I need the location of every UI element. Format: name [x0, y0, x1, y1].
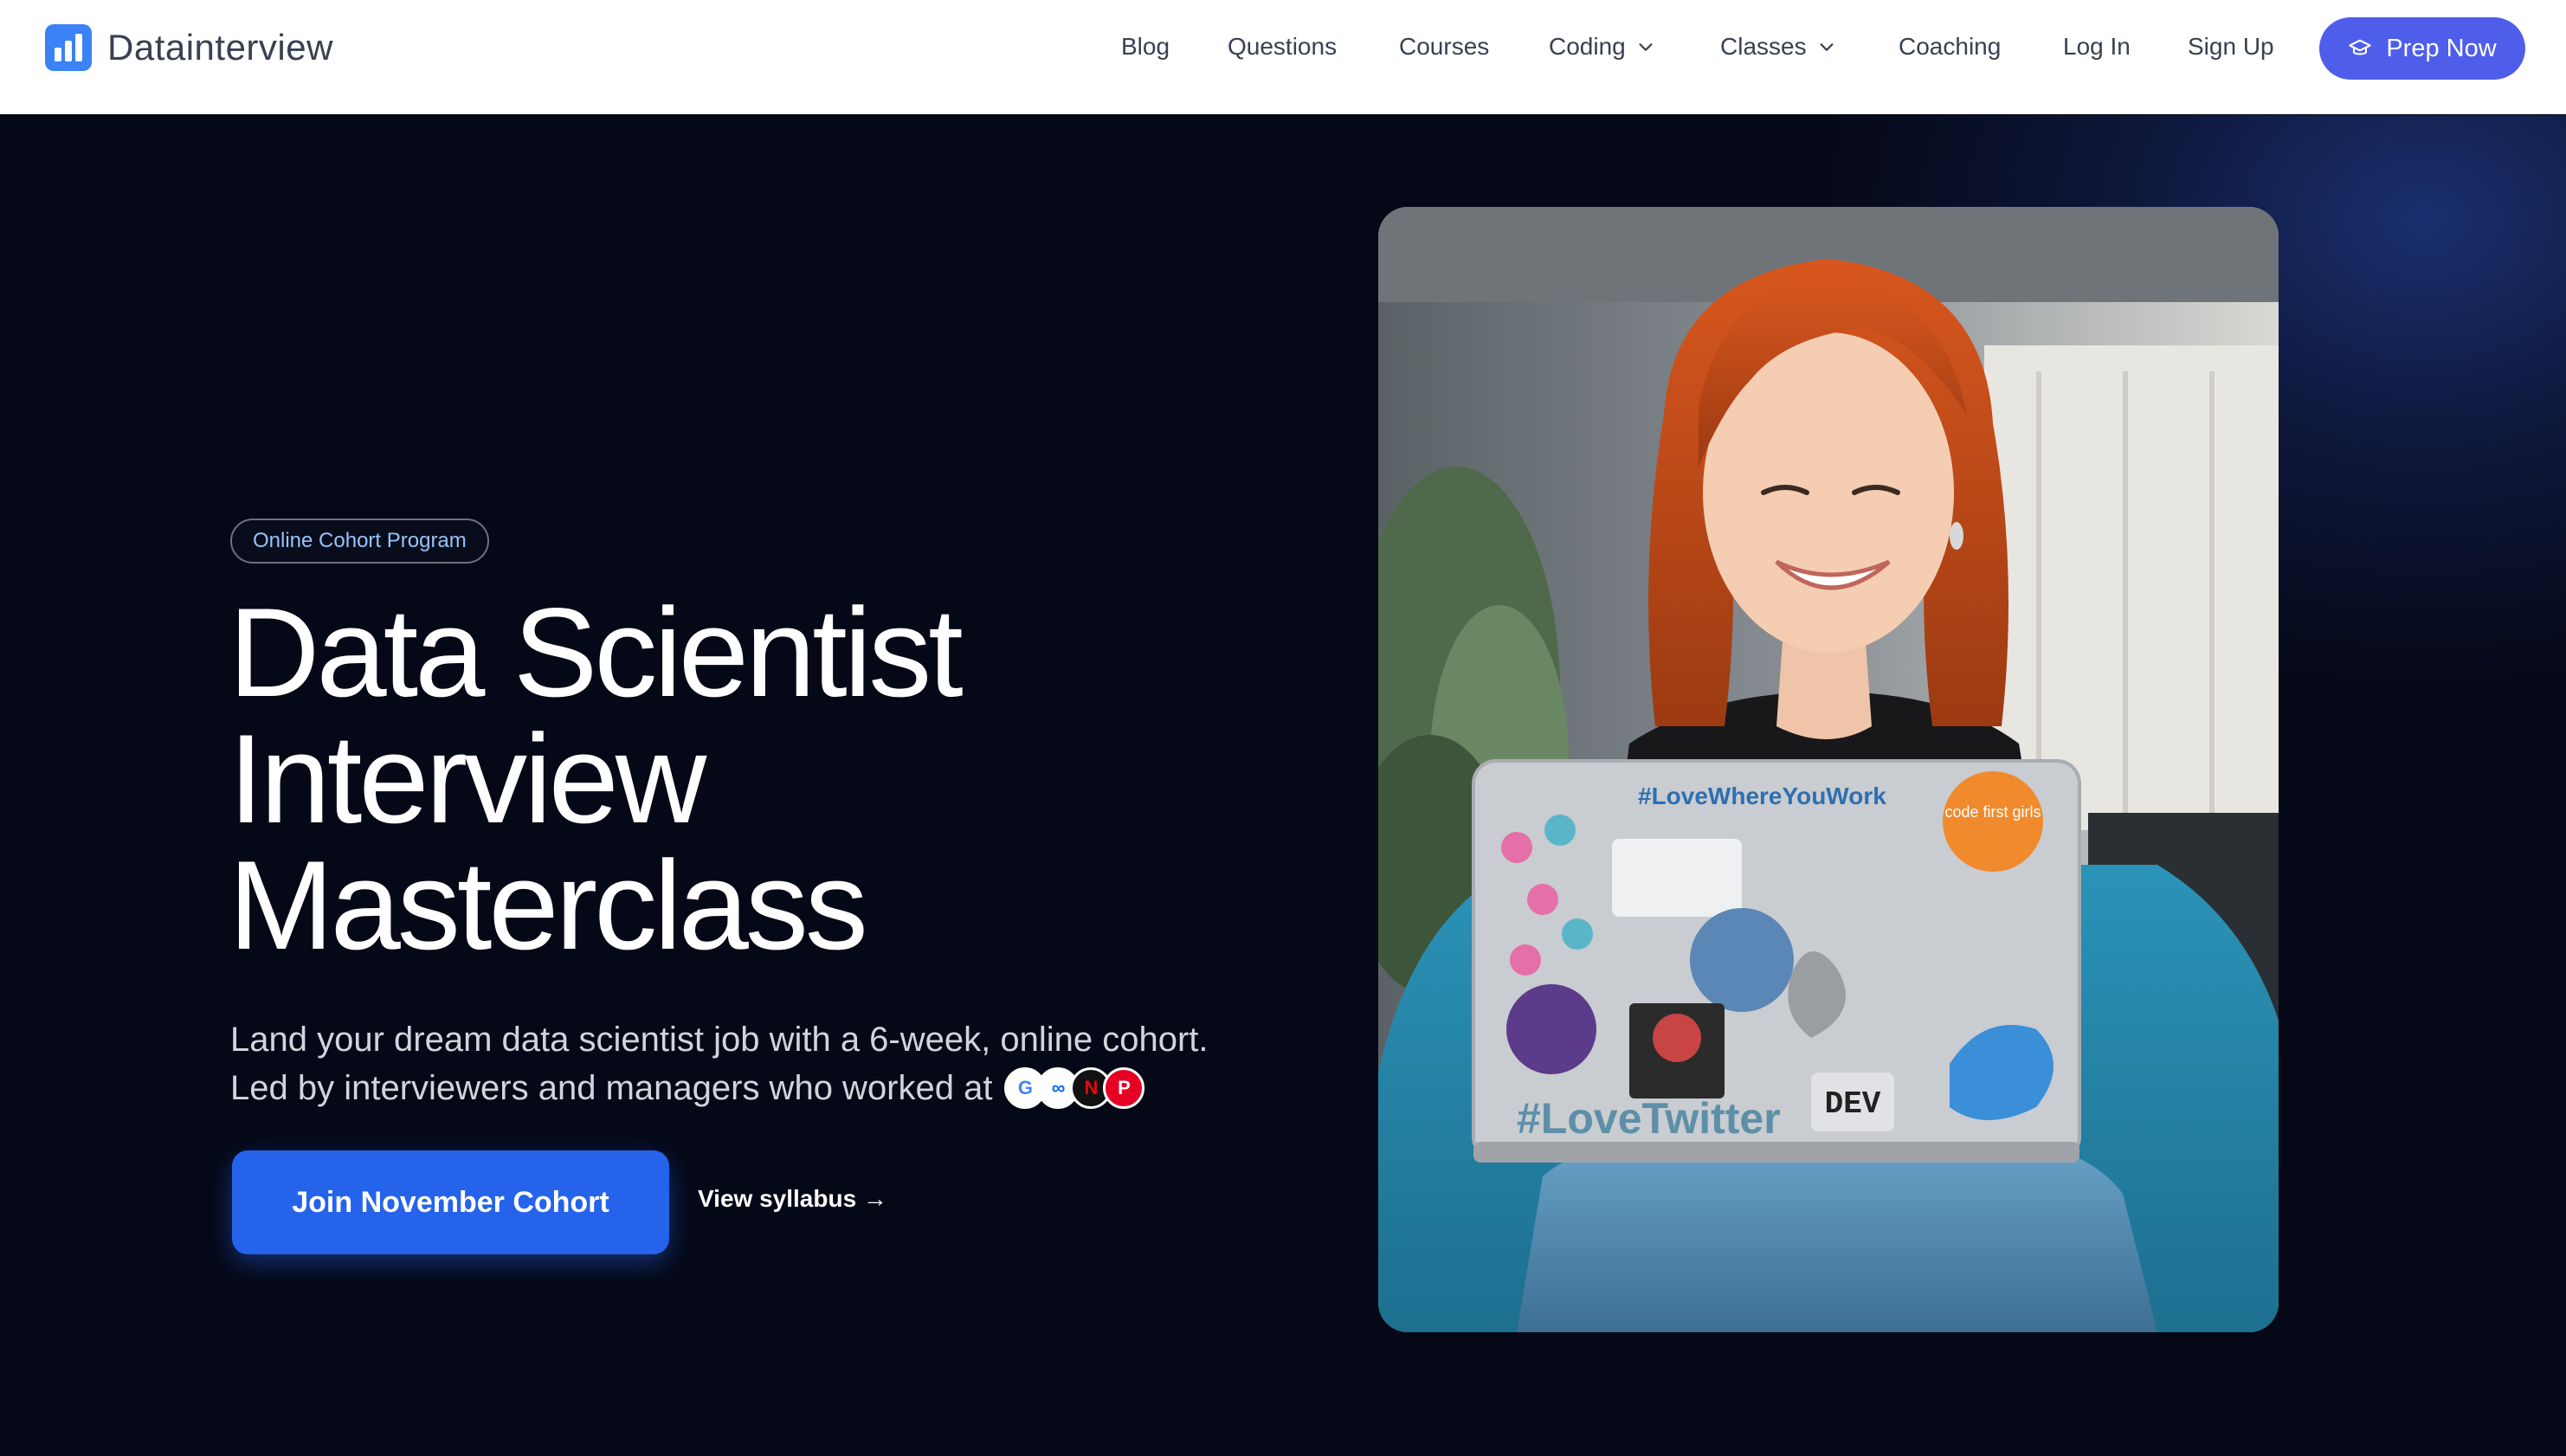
- sticker-love-twitter: #LoveTwitter: [1517, 1094, 1781, 1143]
- join-cohort-button[interactable]: Join November Cohort: [232, 1150, 669, 1254]
- signup-link[interactable]: Sign Up: [2188, 33, 2274, 61]
- nav-coding-dropdown[interactable]: Coding: [1549, 33, 1655, 61]
- hero-subtitle-line: Led by interviewers and managers who wor…: [230, 1069, 993, 1107]
- sticker-love-where-you-work: #LoveWhereYouWork: [1638, 783, 1886, 809]
- hero-subtitle-line: Land your dream data scientist job with …: [230, 1021, 1209, 1059]
- nav-courses-link[interactable]: Courses: [1399, 33, 1489, 61]
- brand-name: Datainterview: [107, 27, 333, 68]
- company-logos: G ∞ N P: [1004, 1067, 1145, 1109]
- login-link[interactable]: Log In: [2063, 33, 2131, 61]
- hero-title-line: Data Scientist: [229, 582, 964, 723]
- bar-chart-logo-icon: [45, 24, 92, 71]
- nav-blog-link[interactable]: Blog: [1121, 33, 1170, 61]
- nav-classes-dropdown[interactable]: Classes: [1720, 33, 1836, 61]
- prep-now-label: Prep Now: [2386, 34, 2497, 62]
- view-syllabus-link[interactable]: View syllabus →: [698, 1185, 887, 1213]
- sticker-code-first-girls: code first girls: [1944, 803, 2041, 821]
- hero-title: Data Scientist Interview Masterclass: [229, 589, 1094, 969]
- chevron-down-icon: [1820, 43, 1834, 51]
- hero-photo: #LoveWhereYouWork code first girls DEV #…: [1378, 207, 2279, 1332]
- prep-now-button[interactable]: Prep Now: [2319, 17, 2525, 80]
- chevron-down-icon: [1639, 43, 1653, 51]
- nav-classes-label: Classes: [1720, 33, 1807, 60]
- nav-coaching-link[interactable]: Coaching: [1899, 33, 2001, 61]
- hero-subtitle: Land your dream data scientist job with …: [230, 1015, 1269, 1112]
- brand-home-link[interactable]: Datainterview: [45, 23, 333, 73]
- woman-with-laptop-image: #LoveWhereYouWork code first girls DEV #…: [1378, 207, 2279, 1332]
- sticker-dev: DEV: [1825, 1086, 1881, 1122]
- hero-title-line: Interview: [229, 708, 706, 849]
- graduation-cap-icon: [2349, 39, 2372, 55]
- top-navbar: Datainterview Blog Questions Courses Cod…: [0, 0, 2566, 114]
- nav-questions-link[interactable]: Questions: [1228, 33, 1337, 61]
- program-badge: Online Cohort Program: [230, 519, 489, 564]
- hero-title-line: Masterclass: [229, 834, 868, 976]
- nav-coding-label: Coding: [1549, 33, 1626, 60]
- pinterest-icon: P: [1103, 1067, 1145, 1109]
